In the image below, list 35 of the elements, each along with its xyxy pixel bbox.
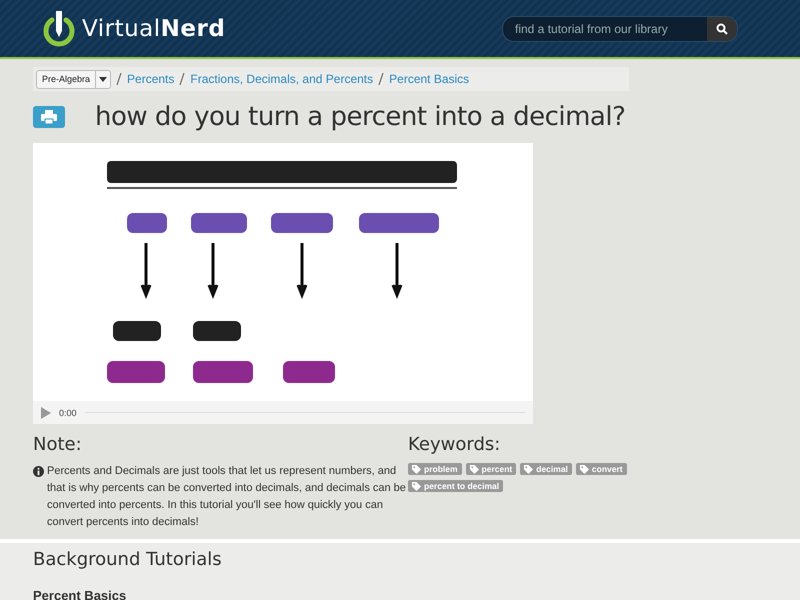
search-icon [716,22,728,34]
search-input[interactable]: find a tutorial from our library [503,16,707,40]
page-title: how do you turn a percent into a decimal? [95,102,626,132]
separator-icon [378,73,384,85]
tag-icon [580,464,589,474]
separator-icon [116,73,122,85]
search-field[interactable]: find a tutorial from our library [502,16,738,42]
keyword-tag[interactable]: convert [576,463,627,475]
note-heading: Note: [33,434,83,455]
print-button[interactable] [33,106,65,128]
keywords-heading: Keywords: [408,434,502,455]
tag-icon [524,464,534,474]
section-heading: Background Tutorials [33,549,223,570]
note-text: Percents and Decimals are just tools that let us represent numbers, and that is why percents can be converted into decimals, and decimals can be converted into percents. In this tutorial you'll see how quickly you can convert percents into decimals! [47,464,407,530]
tag-icon [412,464,421,474]
separator-icon [179,73,186,85]
tag-icon [470,464,479,474]
printer-icon [41,110,57,124]
subject-dropdown[interactable]: Pre-Algebra [36,70,112,88]
keyword-tag[interactable]: problem [408,463,462,475]
breadcrumb-link[interactable]: Percents [127,72,174,86]
logo-icon [42,10,76,48]
tag-icon [412,482,421,490]
logo-text[interactable]: VirtualNerd [82,16,226,42]
breadcrumb-link[interactable]: Percent Basics [389,72,470,86]
play-icon[interactable] [41,406,51,418]
breadcrumb-link[interactable]: Fractions, Decimals, and Percents [190,72,374,86]
tutorial-title[interactable]: Percent Basics [33,588,767,600]
info-icon [33,466,44,477]
time-display: 0:00 [59,408,77,418]
keyword-tag[interactable]: decimal [520,463,572,475]
keyword-tag[interactable]: percent [466,463,516,475]
caret-icon [99,76,108,82]
keyword-tag[interactable]: percent to decimal [408,480,504,492]
search-button[interactable] [707,16,737,40]
